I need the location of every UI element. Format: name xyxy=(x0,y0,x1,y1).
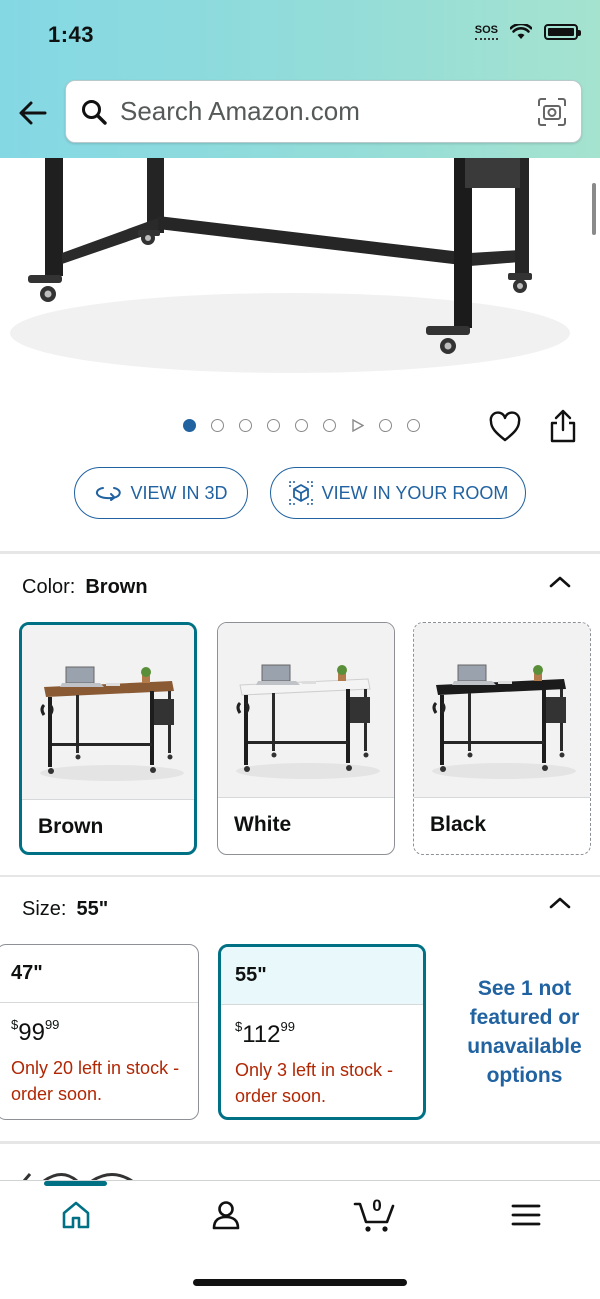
active-tab-indicator xyxy=(44,1181,107,1186)
selected-color: Brown xyxy=(85,576,148,598)
size-label: Size: 55" xyxy=(22,898,108,921)
rotate-3d-icon xyxy=(96,487,122,501)
stock-warning: Only 3 left in stock - order soon. xyxy=(235,1060,394,1106)
back-arrow-icon[interactable] xyxy=(16,96,50,130)
heart-icon[interactable] xyxy=(488,410,522,444)
desk-thumbnail xyxy=(218,623,394,797)
color-option-label: Brown xyxy=(38,815,104,838)
price-whole: 112 xyxy=(242,1021,281,1048)
size-option-55[interactable]: 55" $11299 Only 3 left in stock - order … xyxy=(218,944,426,1120)
color-option-black[interactable]: Black xyxy=(413,622,591,855)
section-divider xyxy=(0,875,600,877)
desk-thumbnail xyxy=(414,623,590,797)
size-option-price: $9999 xyxy=(11,1017,60,1047)
carousel-dot[interactable] xyxy=(323,419,336,432)
price-currency: $ xyxy=(11,1017,19,1032)
size-option-47[interactable]: 47" $9999 Only 20 left in stock - order … xyxy=(0,944,199,1120)
selected-size: 55" xyxy=(76,898,109,920)
status-indicators: SOS xyxy=(474,24,581,40)
price-whole: 99 xyxy=(18,1019,45,1046)
color-option-white[interactable]: White xyxy=(217,622,395,855)
size-option-title: 55" xyxy=(221,947,423,1005)
color-option-brown[interactable]: Brown xyxy=(19,622,197,855)
size-collapse-chevron-icon[interactable] xyxy=(548,895,572,911)
carousel-dot[interactable] xyxy=(267,419,280,432)
wifi-icon xyxy=(510,24,532,39)
product-image[interactable] xyxy=(0,158,600,398)
carousel-dot[interactable] xyxy=(407,419,420,432)
section-divider xyxy=(0,551,600,554)
share-icon[interactable] xyxy=(547,408,579,444)
view-in-your-room-label: VIEW IN YOUR ROOM xyxy=(321,482,509,503)
image-carousel-dots[interactable] xyxy=(183,419,420,432)
view-in-3d-label: VIEW IN 3D xyxy=(130,482,228,503)
cart-button[interactable]: 0 xyxy=(353,1194,397,1234)
color-option-label: Black xyxy=(430,813,487,836)
carousel-dot[interactable] xyxy=(379,419,392,432)
scroll-indicator xyxy=(592,183,596,235)
size-label-text: Size: xyxy=(22,898,67,920)
color-collapse-chevron-icon[interactable] xyxy=(548,574,572,590)
account-icon[interactable] xyxy=(209,1198,243,1232)
see-unavailable-options-link[interactable]: See 1 not featured or unavailable option… xyxy=(452,974,597,1090)
sos-indicator: SOS xyxy=(474,24,498,40)
view-in-your-room-button[interactable]: VIEW IN YOUR ROOM xyxy=(270,467,526,519)
color-label-text: Color: xyxy=(22,576,76,598)
menu-icon[interactable] xyxy=(509,1198,543,1232)
desk-thumbnail xyxy=(22,625,194,799)
cart-count: 0 xyxy=(372,1196,382,1215)
price-currency: $ xyxy=(235,1019,243,1034)
carousel-dot[interactable] xyxy=(295,419,308,432)
home-indicator xyxy=(193,1279,407,1286)
product-page: 1:43 SOS Search Amazon.com VIEW IN 3D VI… xyxy=(0,0,600,1299)
status-time: 1:43 xyxy=(48,22,95,47)
search-bar[interactable] xyxy=(65,80,582,143)
section-divider xyxy=(0,1141,600,1144)
search-icon xyxy=(82,100,107,125)
carousel-dot[interactable] xyxy=(239,419,252,432)
camera-search-icon[interactable] xyxy=(537,97,567,127)
carousel-dot[interactable] xyxy=(211,419,224,432)
size-option-title: 47" xyxy=(0,945,198,1003)
video-play-icon[interactable] xyxy=(351,419,364,432)
color-label: Color: Brown xyxy=(22,576,148,599)
carousel-dot[interactable] xyxy=(183,419,196,432)
stock-warning: Only 20 left in stock - order soon. xyxy=(11,1058,180,1104)
ar-cube-icon xyxy=(288,481,313,505)
size-option-price: $11299 xyxy=(235,1019,295,1049)
search-input[interactable] xyxy=(120,81,520,142)
battery-icon xyxy=(544,24,581,40)
price-fraction: 99 xyxy=(44,1017,60,1032)
home-icon[interactable] xyxy=(59,1198,93,1232)
view-in-3d-button[interactable]: VIEW IN 3D xyxy=(74,467,248,519)
color-option-label: White xyxy=(234,813,292,836)
price-fraction: 99 xyxy=(280,1019,295,1034)
app-header: 1:43 SOS xyxy=(0,0,600,158)
